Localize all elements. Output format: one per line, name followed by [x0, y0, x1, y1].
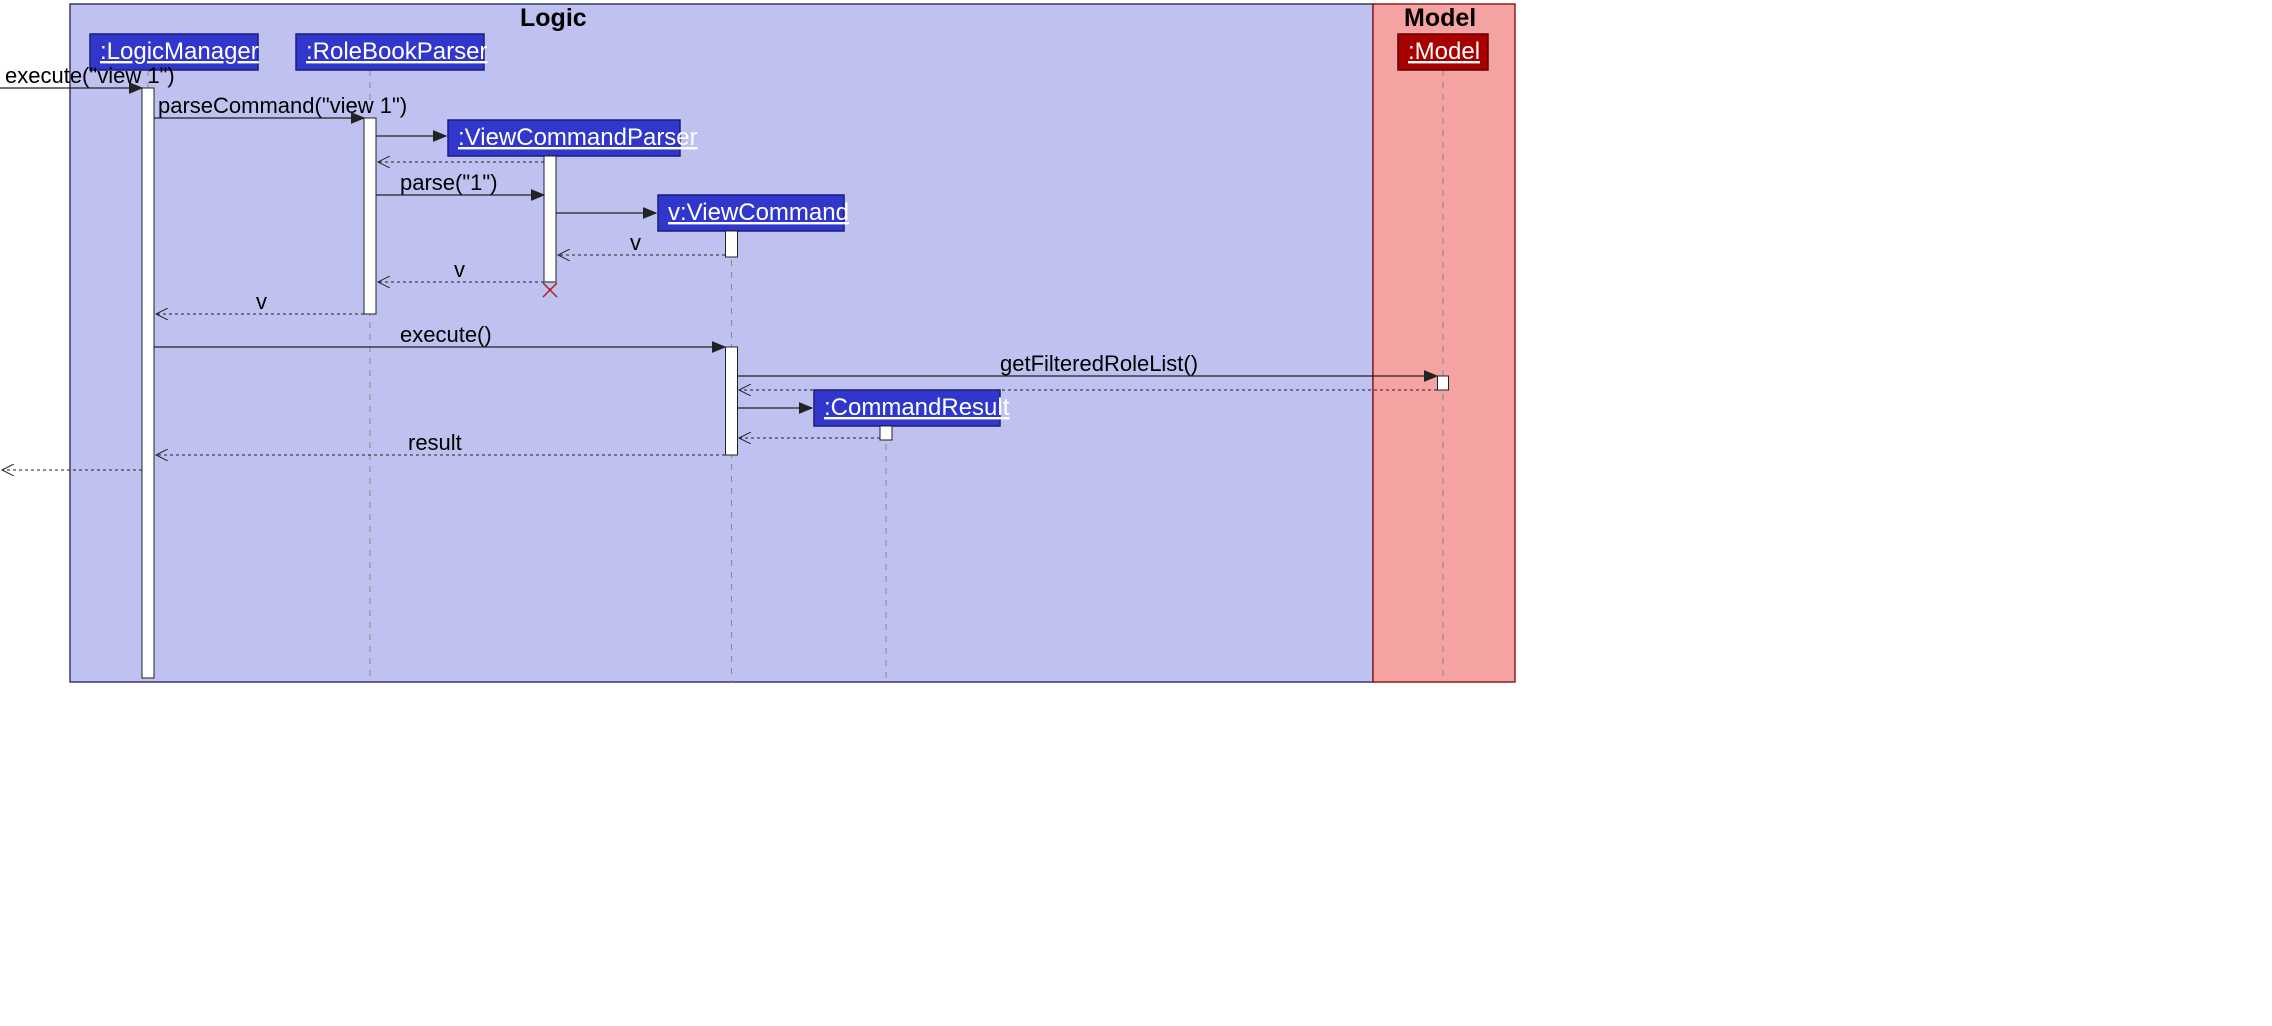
- activation-command-result: [880, 426, 892, 440]
- msg-return-v2: v: [454, 257, 465, 282]
- activation-view-command-create: [726, 231, 738, 257]
- logic-frame-title: Logic: [520, 4, 587, 32]
- head-rolebook-parser-label: :RoleBookParser: [306, 38, 487, 65]
- msg-result: result: [408, 430, 462, 455]
- activation-rolebook-parser: [364, 118, 376, 314]
- activation-view-command-exec: [726, 347, 738, 455]
- msg-parsecommand: parseCommand("view 1"): [158, 93, 407, 118]
- head-view-command-parser: :ViewCommandParser: [448, 120, 698, 156]
- head-rolebook-parser: :RoleBookParser: [296, 34, 487, 70]
- activation-model: [1438, 376, 1449, 390]
- head-logic-manager-label: :LogicManager: [100, 38, 259, 65]
- msg-parse-1: parse("1"): [400, 170, 498, 195]
- msg-return-v3: v: [256, 289, 267, 314]
- model-frame-title: Model: [1404, 4, 1476, 32]
- head-command-result: :CommandResult: [814, 390, 1010, 426]
- msg-execute: execute(): [400, 322, 492, 347]
- model-frame: Model: [1373, 4, 1515, 682]
- sequence-diagram: Logic Model :LogicManager :RoleBookParse…: [0, 0, 1520, 690]
- head-view-command-parser-label: :ViewCommandParser: [458, 124, 698, 151]
- activation-view-command-parser: [544, 156, 556, 282]
- head-view-command: v:ViewCommand: [658, 195, 849, 231]
- msg-return-v1: v: [630, 230, 641, 255]
- msg-getfilteredrolelist: getFilteredRoleList(): [1000, 351, 1198, 376]
- head-command-result-label: :CommandResult: [824, 394, 1010, 421]
- head-view-command-label: v:ViewCommand: [668, 199, 849, 226]
- head-model-label: :Model: [1408, 38, 1480, 65]
- msg-execute-view1: execute("view 1"): [5, 63, 175, 88]
- activation-logic-manager: [142, 88, 154, 678]
- head-model: :Model: [1398, 34, 1488, 70]
